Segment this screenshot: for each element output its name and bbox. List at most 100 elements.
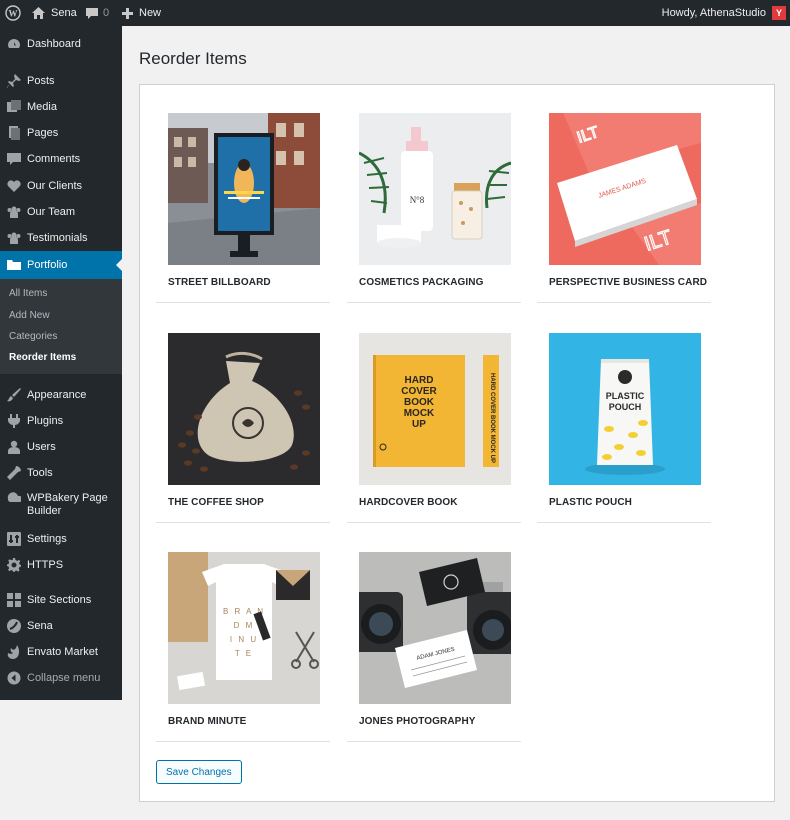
menu-label: Pages [27, 127, 59, 139]
item-title: THE COFFEE SHOP [168, 497, 264, 508]
save-changes-button[interactable]: Save Changes [156, 760, 242, 784]
menu-site-sections[interactable]: Site Sections [0, 591, 122, 609]
menu-our-team[interactable]: Our Team [0, 203, 122, 221]
comments-icon [7, 152, 21, 166]
menu-users[interactable]: Users [0, 438, 122, 456]
my-account-link[interactable]: Howdy, AthenaStudio Y [662, 0, 786, 26]
folder-icon [7, 258, 21, 272]
home-icon [32, 7, 45, 19]
pouch-line1: PLASTIC [606, 391, 645, 401]
submenu-reorder-items[interactable]: Reorder Items [9, 352, 76, 363]
svg-text:BOOK: BOOK [404, 397, 435, 408]
perspective-business-card-thumbnail: JAMES ADAMS ILT ILT [549, 113, 701, 265]
item-title: COSMETICS PACKAGING [359, 277, 484, 288]
media-icon [7, 100, 21, 114]
menu-label: Portfolio [27, 259, 68, 271]
comments-link[interactable]: 0 [86, 0, 109, 26]
svg-text:D M: D M [234, 621, 255, 630]
submenu-add-new[interactable]: Add New [9, 310, 50, 321]
menu-label: Sena [27, 620, 53, 632]
item-title: PERSPECTIVE BUSINESS CARD [549, 277, 708, 288]
item-title: HARDCOVER BOOK [359, 497, 458, 508]
menu-label: Tools [27, 467, 53, 479]
menu-plugins[interactable]: Plugins [0, 412, 122, 430]
collapse-arrow-icon [7, 671, 21, 685]
grid-icon [7, 593, 21, 607]
menu-label: Envato Market [27, 646, 98, 658]
submenu-all-items[interactable]: All Items [9, 288, 47, 299]
menu-label: Testimonials [27, 232, 88, 244]
menu-sena[interactable]: Sena [0, 617, 122, 635]
paintbrush-icon [7, 388, 21, 402]
portfolio-item[interactable]: PLASTIC POUCH PLASTIC POUCH [537, 333, 711, 523]
pages-icon [7, 126, 21, 140]
svg-text:UP: UP [412, 419, 426, 430]
page-title: Reorder Items [139, 49, 247, 68]
menu-media[interactable]: Media [0, 98, 122, 116]
cosmetics-label: N°8 [410, 195, 425, 205]
svg-text:T E: T E [235, 649, 253, 658]
menu-label: HTTPS [27, 559, 64, 571]
avatar: Y [772, 6, 786, 20]
new-label: New [139, 7, 162, 19]
settings-icon [7, 532, 21, 546]
menu-posts[interactable]: Posts [0, 72, 122, 90]
menu-label: Collapse menu [27, 672, 101, 684]
menu-testimonials[interactable]: Testimonials [0, 229, 122, 247]
heart-icon [7, 179, 21, 193]
user-icon [7, 440, 21, 454]
gear-icon [7, 558, 21, 572]
svg-text:I N U: I N U [230, 635, 258, 644]
menu-label: Appearance [27, 389, 87, 401]
menu-our-clients[interactable]: Our Clients [0, 177, 122, 195]
sena-logo-icon [7, 619, 21, 633]
book-spine-text: HARD COVER BOOK MOCK UP [489, 373, 495, 463]
menu-envato-market[interactable]: Envato Market [0, 643, 122, 661]
menu-settings[interactable]: Settings [0, 530, 122, 548]
portfolio-item[interactable]: HARD COVER BOOK MOCK UP HARD COVER BOOK … [347, 333, 521, 523]
menu-portfolio[interactable]: Portfolio [0, 251, 122, 279]
submenu-categories[interactable]: Categories [9, 331, 57, 342]
cosmetics-packaging-thumbnail: N°8 [359, 113, 511, 265]
new-content-link[interactable]: New [122, 0, 161, 26]
item-title: JONES PHOTOGRAPHY [359, 716, 476, 727]
howdy-text: Howdy, AthenaStudio [661, 7, 766, 19]
envato-leaf-icon [7, 645, 21, 659]
site-name-link[interactable]: Sena [32, 0, 77, 26]
wordpress-logo-icon[interactable]: W [0, 0, 26, 26]
pushpin-icon [7, 74, 21, 88]
menu-https[interactable]: HTTPS [0, 556, 122, 574]
portfolio-item[interactable]: THE COFFEE SHOP [156, 333, 330, 523]
wpbakery-line2: Builder [27, 505, 62, 517]
menu-comments[interactable]: Comments [0, 150, 122, 168]
menu-tools[interactable]: Tools [0, 464, 122, 482]
menu-label: Plugins [27, 415, 64, 427]
svg-text:W: W [9, 9, 18, 19]
item-title: STREET BILLBOARD [168, 277, 271, 288]
menu-pages[interactable]: Pages [0, 124, 122, 142]
menu-dashboard[interactable]: Dashboard [0, 37, 122, 51]
wrench-icon [7, 466, 21, 480]
menu-label: Dashboard [27, 38, 81, 50]
collapse-menu-button[interactable]: Collapse menu [0, 669, 122, 687]
admin-sidebar: Dashboard Posts Media Pages Comments Our… [0, 26, 122, 700]
wpbakery-icon [7, 492, 21, 506]
groups-icon [7, 205, 21, 219]
portfolio-item[interactable]: ADAM JONES JONES PHOTOGRAPHY [347, 552, 521, 742]
dashboard-icon [7, 37, 21, 51]
item-title: BRAND MINUTE [168, 716, 247, 727]
comments-count: 0 [103, 7, 110, 19]
menu-appearance[interactable]: Appearance [0, 386, 122, 404]
portfolio-submenu: All Items Add New Categories Reorder Ite… [0, 279, 122, 374]
menu-label: Our Team [27, 206, 76, 218]
item-title: PLASTIC POUCH [549, 497, 632, 508]
portfolio-item[interactable]: STREET BILLBOARD [156, 113, 330, 303]
comment-bubble-icon [86, 7, 98, 19]
svg-text:HARD: HARD [405, 375, 434, 386]
portfolio-item[interactable]: B R A N D M I N U T E BRAND MINUTE [156, 552, 330, 742]
admin-bar: W Sena 0 New Howdy, AthenaStudio Y [0, 0, 790, 26]
groups-icon [7, 231, 21, 245]
portfolio-item[interactable]: N°8 COSMETICS PACKAGING [347, 113, 521, 303]
menu-wpbakery[interactable]: WPBakery Page Builder [0, 492, 122, 520]
portfolio-item[interactable]: JAMES ADAMS ILT ILT PERSPECTIVE BUSINESS… [537, 113, 711, 303]
